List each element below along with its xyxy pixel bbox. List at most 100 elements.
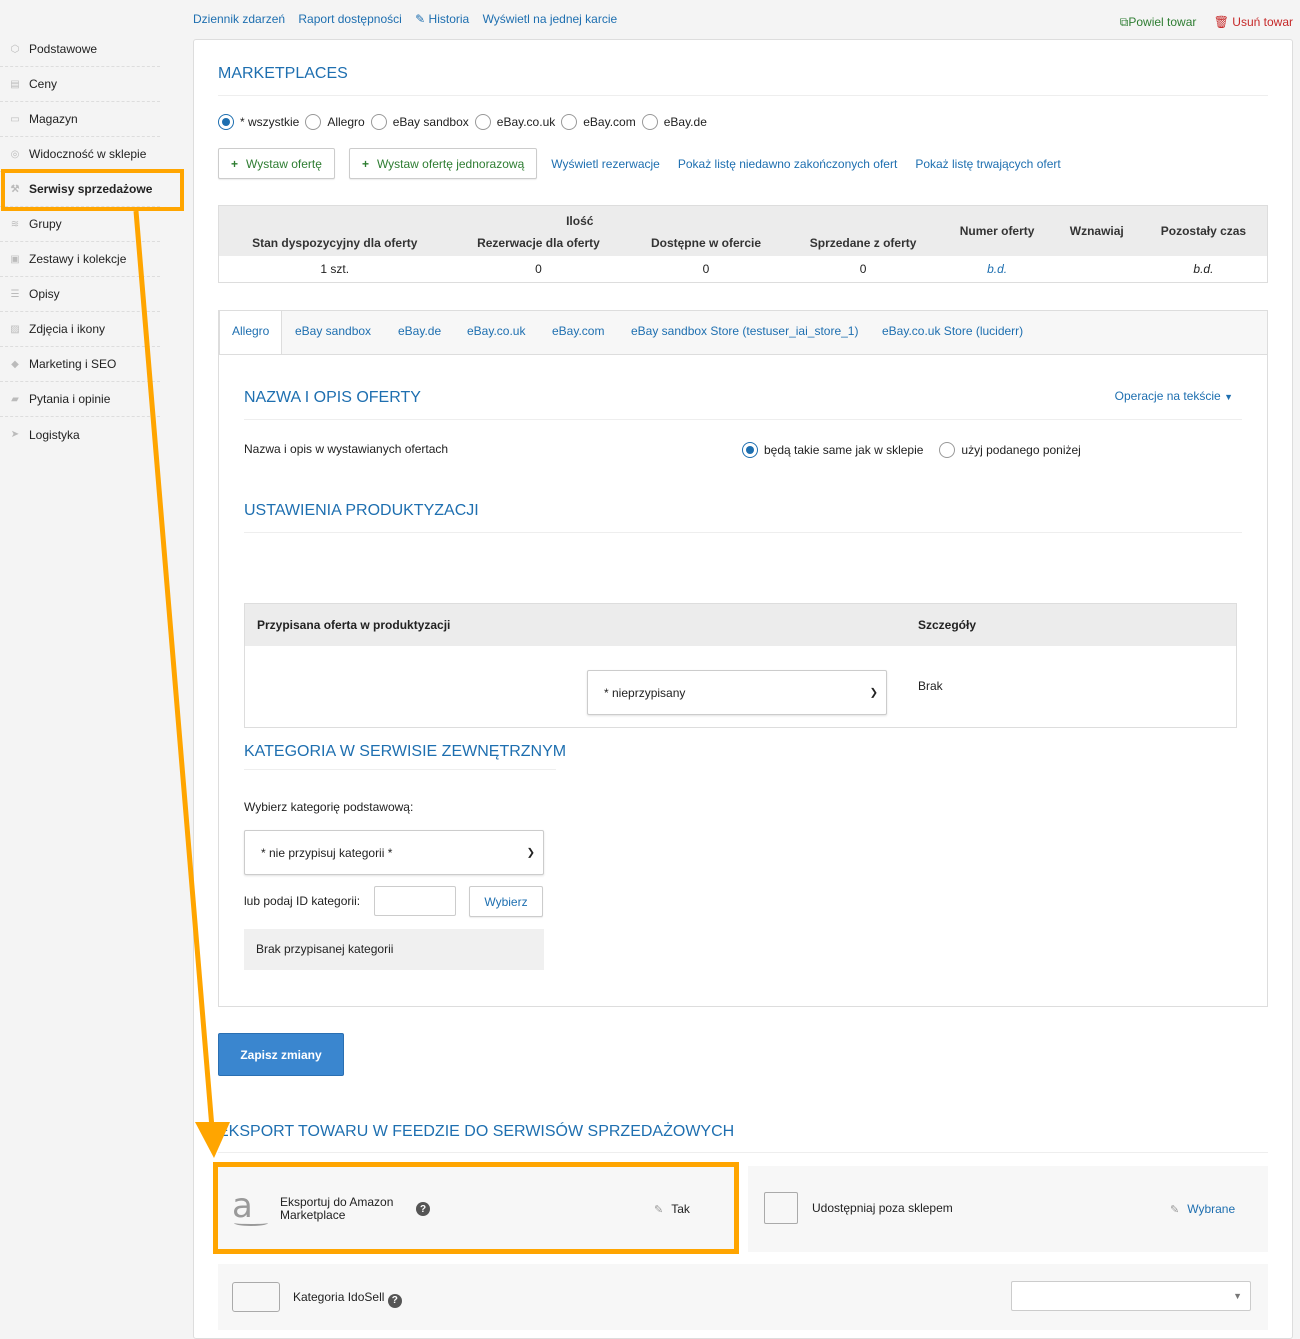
- tab-ebay-sandbox-store[interactable]: eBay sandbox Store (testuser_iai_store_1…: [631, 324, 858, 338]
- text-operations-dropdown[interactable]: Operacje na tekście ▼: [1115, 389, 1233, 403]
- cube-icon: ⬡: [10, 43, 20, 55]
- marketing-icon: ◆: [11, 358, 19, 370]
- radio-dot[interactable]: [305, 114, 322, 130]
- tab-ebay-de[interactable]: eBay.de: [398, 324, 441, 338]
- radio-dot[interactable]: [474, 114, 491, 130]
- value-text: Wybrane: [1187, 1202, 1236, 1216]
- list-single-offer-button[interactable]: + Wystaw ofertę jednorazową: [348, 148, 538, 179]
- recently-ended-offers-link[interactable]: Pokaż listę niedawno zakończonych ofert: [678, 157, 897, 171]
- offer-name-label: Nazwa i opis w wystawianych ofertach: [244, 442, 449, 456]
- chat-icon: ▰: [11, 393, 19, 405]
- price-icon: ▤: [10, 78, 20, 90]
- delete-product-button[interactable]: 🗑 Usuń towar: [1214, 15, 1293, 29]
- top-toolbar: Dziennik zdarzeń Raport dostępności ✎ Hi…: [193, 12, 1293, 30]
- copy-product-button[interactable]: ⧉Powiel towar: [1120, 15, 1197, 29]
- radio-dot[interactable]: [218, 114, 234, 130]
- assigned-offer-select[interactable]: * nieprzypisany ❯: [587, 670, 887, 715]
- tab-ebay-couk[interactable]: eBay.co.uk: [467, 324, 525, 338]
- sidebar-item-podstawowe[interactable]: ⬡ Podstawowe: [0, 32, 160, 67]
- save-changes-button[interactable]: Zapisz zmiany: [218, 1033, 344, 1076]
- choose-category-button[interactable]: Wybierz: [469, 886, 543, 917]
- sidebar-item-zestawy[interactable]: ▣ Zestawy i kolekcje: [0, 242, 160, 277]
- caret-down-icon: ▼: [1233, 1291, 1242, 1301]
- sidebar-item-ceny[interactable]: ▤ Ceny: [0, 67, 160, 102]
- category-select[interactable]: * nie przypisuj kategorii * ❯: [244, 830, 544, 875]
- copy-label: Powiel towar: [1128, 15, 1197, 29]
- cell-renew: [1054, 256, 1140, 282]
- radio-ebay-sandbox[interactable]: eBay sandbox: [370, 114, 469, 130]
- tab-ebay-sandbox[interactable]: eBay sandbox: [295, 324, 371, 338]
- sidebar-item-label: Magazyn: [29, 112, 78, 126]
- radio-label: Allegro: [327, 115, 365, 129]
- radio-label: eBay sandbox: [392, 115, 469, 129]
- edit-icon: ✎: [415, 12, 426, 26]
- col-offer-number: Numer oferty: [940, 206, 1054, 256]
- plus-icon: +: [361, 156, 369, 171]
- radio-all[interactable]: * wszystkie: [218, 114, 299, 130]
- sidebar: ⬡ Podstawowe ▤ Ceny ▭ Magazyn ◎ Widoczność w…: [0, 32, 160, 452]
- tab-content: NAZWA I OPIS OFERTY Operacje na tekście …: [218, 354, 1268, 1007]
- eye-icon: ◎: [10, 148, 20, 160]
- radio-dot[interactable]: [561, 114, 578, 130]
- cell-available: 0: [702, 262, 710, 276]
- sidebar-item-label: Podstawowe: [29, 42, 98, 56]
- history-link[interactable]: ✎ Historia: [415, 12, 469, 26]
- tab-allegro[interactable]: Allegro: [219, 310, 283, 355]
- radio-allegro[interactable]: Allegro: [305, 114, 365, 130]
- radio-custom[interactable]: użyj podanego poniżej: [939, 442, 1081, 458]
- radio-dot[interactable]: [939, 442, 956, 458]
- radio-ebay-de[interactable]: eBay.de: [641, 114, 707, 130]
- main-panel: MARKETPLACES * wszystkie Allegro eBay sa…: [193, 39, 1293, 1339]
- category-title: KATEGORIA W SERWISIE ZEWNĘTRZNYM: [244, 743, 567, 760]
- offer-name-title: NAZWA I OPIS OFERTY: [244, 389, 421, 406]
- image-icon: ▨: [10, 323, 20, 335]
- sidebar-item-opisy[interactable]: ☰ Opisy: [0, 277, 160, 312]
- table-row: 1 szt. 0 0 0 b.d. b.d.: [219, 256, 1267, 282]
- radio-ebay-couk[interactable]: eBay.co.uk: [474, 114, 555, 130]
- radio-label: eBay.com: [583, 115, 636, 129]
- sidebar-item-magazyn[interactable]: ▭ Magazyn: [0, 102, 160, 137]
- quantity-table: Ilość Numer oferty Wznawiaj Pozostały cz…: [218, 205, 1268, 283]
- button-label: Wystaw ofertę jednorazową: [376, 156, 525, 171]
- offer-actions: + Wystaw ofertę + Wystaw ofertę jednorazow…: [218, 148, 1061, 179]
- sidebar-item-logistyka[interactable]: ➤ Logistyka: [0, 417, 160, 452]
- storefront-icon: [764, 1192, 798, 1224]
- sidebar-item-widocznosc[interactable]: ◎ Widoczność w sklepie: [0, 137, 160, 172]
- radio-ebay-com[interactable]: eBay.com: [561, 114, 636, 130]
- sidebar-item-zdjecia[interactable]: ▨ Zdjęcia i ikony: [0, 312, 160, 347]
- col-assigned-offer: Przypisana oferta w produktyzacji: [257, 618, 451, 632]
- productization-table: Przypisana oferta w produktyzacji Szczeg…: [244, 603, 1237, 728]
- idosell-category-card: Kategoria IdoSell ? ▼: [218, 1264, 1268, 1330]
- help-icon[interactable]: ?: [387, 1293, 402, 1308]
- availability-report-link[interactable]: Raport dostępności: [298, 12, 401, 26]
- share-outside-value[interactable]: ✎ Wybrane: [1170, 1202, 1235, 1216]
- tab-ebay-com[interactable]: eBay.com: [552, 324, 604, 338]
- marketplace-tabs: Allegro eBay sandbox eBay.de eBay.co.uk …: [218, 310, 1268, 355]
- radio-label: będą takie same jak w sklepie: [764, 443, 924, 457]
- event-log-link[interactable]: Dziennik zdarzeń: [193, 12, 285, 26]
- sidebar-item-grupy[interactable]: ≋ Grupy: [0, 207, 160, 242]
- radio-same-as-shop[interactable]: będą takie same jak w sklepie: [742, 442, 923, 458]
- marketplace-radio-group: * wszystkie Allegro eBay sandbox eBay.co…: [218, 114, 713, 130]
- delete-label: Usuń towar: [1232, 15, 1293, 29]
- ongoing-offers-link[interactable]: Pokaż listę trwających ofert: [915, 157, 1060, 171]
- col-available-in-offer: Dostępne w ofercie: [626, 230, 786, 256]
- qty-group-header: Ilość: [219, 206, 941, 230]
- trash-icon: 🗑: [1213, 15, 1229, 29]
- radio-dot[interactable]: [370, 114, 387, 130]
- sidebar-item-pytania[interactable]: ▰ Pytania i opinie: [0, 382, 160, 417]
- single-card-link[interactable]: Wyświetl na jednej karcie: [483, 12, 618, 26]
- history-label: Historia: [428, 12, 470, 26]
- sidebar-item-marketing[interactable]: ◆ Marketing i SEO: [0, 347, 160, 382]
- radio-dot[interactable]: [641, 114, 658, 130]
- idosell-category-select[interactable]: ▼: [1011, 1281, 1251, 1311]
- sidebar-item-label: Opisy: [29, 287, 60, 301]
- list-offer-button[interactable]: + Wystaw ofertę: [218, 148, 335, 179]
- radio-dot[interactable]: [742, 442, 758, 458]
- category-id-input[interactable]: [374, 886, 456, 916]
- plus-icon: +: [231, 156, 239, 171]
- tab-ebay-couk-store[interactable]: eBay.co.uk Store (luciderr): [882, 324, 1023, 338]
- sidebar-item-label: Zdjęcia i ikony: [29, 322, 106, 336]
- show-reservations-link[interactable]: Wyświetl rezerwacje: [551, 157, 660, 171]
- col-available-stock: Stan dyspozycyjny dla oferty: [219, 230, 451, 256]
